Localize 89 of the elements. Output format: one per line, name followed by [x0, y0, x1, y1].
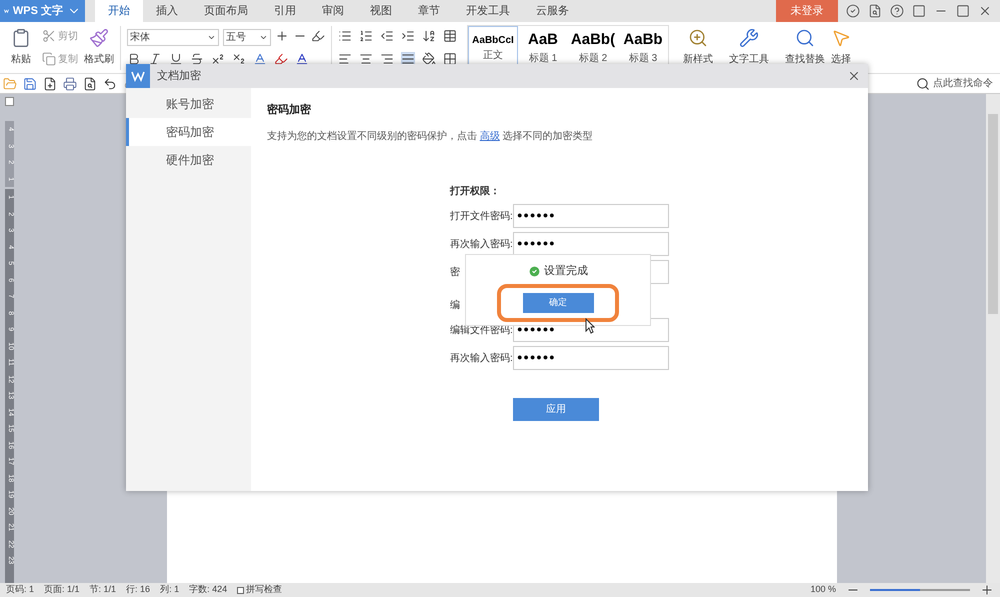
- ribbon-tab[interactable]: 章节: [405, 0, 453, 22]
- preview-icon[interactable]: [83, 76, 97, 90]
- align-center-icon[interactable]: [359, 52, 373, 66]
- popup-message: 设置完成: [544, 264, 588, 279]
- ribbon-tab[interactable]: 云服务: [523, 0, 582, 22]
- shading-icon[interactable]: [422, 52, 436, 66]
- document-icon[interactable]: [868, 4, 882, 18]
- ok-button[interactable]: 确定: [522, 292, 594, 312]
- italic-icon[interactable]: [148, 52, 162, 66]
- font-color-icon[interactable]: [295, 52, 309, 66]
- paste-button[interactable]: 粘贴: [11, 52, 31, 67]
- caret-icon: [259, 33, 268, 42]
- field-label: 打开文件密码:: [450, 210, 513, 224]
- status-item: 行: 16: [126, 583, 150, 596]
- caret-icon: [207, 33, 216, 42]
- help-icon[interactable]: [890, 4, 904, 18]
- sidebar-item[interactable]: 硬件加密: [126, 146, 251, 174]
- spell-check-checkbox[interactable]: [237, 586, 244, 594]
- select-button[interactable]: 选择: [831, 52, 851, 67]
- copy-icon[interactable]: [42, 52, 56, 66]
- wrench-icon[interactable]: [739, 28, 759, 48]
- bold-icon[interactable]: [127, 52, 141, 66]
- table-icon[interactable]: [443, 29, 457, 43]
- field-label: 再次输入密码:: [450, 238, 513, 252]
- section-label: 编: [450, 298, 460, 313]
- borders-icon[interactable]: [443, 52, 457, 66]
- numbered-list-icon[interactable]: [359, 29, 373, 43]
- indent-icon[interactable]: [401, 29, 415, 43]
- scissors-icon[interactable]: [42, 29, 56, 43]
- sidebar-item[interactable]: 密码加密: [126, 118, 251, 146]
- description: 支持为您的文档设置不同级别的密码保护，点击 高级 选择不同的加密类型: [267, 130, 594, 144]
- close-icon[interactable]: [847, 69, 861, 83]
- clear-format-icon[interactable]: [311, 29, 325, 43]
- grow-font-icon[interactable]: [275, 29, 289, 43]
- find-replace-button[interactable]: 查找替换: [785, 52, 825, 67]
- font-size-select[interactable]: 五号: [223, 29, 271, 46]
- section-heading: 密码加密: [267, 102, 312, 118]
- ribbon-tab[interactable]: 开始: [95, 0, 143, 22]
- section-label: 打开权限：: [450, 184, 500, 199]
- close-icon[interactable]: [978, 4, 992, 18]
- dialog-title: 文档加密: [157, 68, 201, 84]
- command-search-field[interactable]: 点此查找命令: [933, 76, 993, 91]
- paste-icon[interactable]: [11, 28, 31, 48]
- status-item: 列: 1: [160, 583, 180, 596]
- spell-check-label: 拼写检查: [246, 583, 282, 596]
- format-painter-button[interactable]: 格式刷: [84, 52, 114, 67]
- ribbon-tab[interactable]: 插入: [143, 0, 191, 22]
- align-left-icon[interactable]: [338, 52, 352, 66]
- new-style-button[interactable]: 新样式: [683, 52, 713, 67]
- strikethrough-icon[interactable]: [190, 52, 204, 66]
- advanced-link[interactable]: 高级: [480, 130, 500, 142]
- superscript-icon[interactable]: [211, 52, 225, 66]
- ribbon-tab[interactable]: 视图: [357, 0, 405, 22]
- sort-icon[interactable]: [422, 29, 436, 43]
- field-label: 再次输入密码:: [450, 352, 513, 366]
- ribbon-tab[interactable]: 引用: [261, 0, 309, 22]
- undo-icon[interactable]: [103, 76, 117, 90]
- zoom-level: 100 %: [810, 583, 836, 596]
- status-item: 页面: 1/1: [44, 583, 80, 596]
- app-name: WPS 文字: [12, 4, 63, 19]
- new-file-icon[interactable]: [43, 76, 57, 90]
- ribbon-tab[interactable]: 开发工具: [453, 0, 523, 22]
- search-icon[interactable]: [916, 76, 930, 90]
- ribbon-tab[interactable]: 页面布局: [191, 0, 261, 22]
- restore-icon[interactable]: [956, 4, 970, 18]
- check-icon: [528, 264, 541, 278]
- app-menu-button[interactable]: WPS 文字: [0, 0, 85, 22]
- sidebar-item[interactable]: 账号加密: [126, 90, 251, 118]
- status-item: 页码: 1: [6, 583, 34, 596]
- highlighter-icon[interactable]: [274, 52, 288, 66]
- text-tools-button[interactable]: 文字工具: [729, 52, 769, 67]
- ruler-corner: [4, 97, 14, 106]
- status-item: 节: 1/1: [90, 583, 116, 596]
- status-item: 字数: 424: [189, 583, 228, 596]
- apply-button[interactable]: 应用: [513, 398, 599, 421]
- ribbon-tab[interactable]: 审阅: [309, 0, 357, 22]
- underline-icon[interactable]: [169, 52, 183, 66]
- password-field[interactable]: ●●●●●●: [513, 346, 669, 370]
- field-label: 密: [450, 266, 461, 280]
- save-icon[interactable]: [23, 76, 37, 90]
- font-select[interactable]: 宋体: [127, 29, 219, 46]
- subscript-icon[interactable]: [232, 52, 246, 66]
- align-right-icon[interactable]: [380, 52, 394, 66]
- password-field[interactable]: ●●●●●●: [513, 204, 669, 228]
- print-icon[interactable]: [63, 76, 77, 90]
- outdent-icon[interactable]: [380, 29, 394, 43]
- brush-icon[interactable]: [89, 28, 109, 48]
- zoom-in-icon[interactable]: [980, 583, 994, 597]
- text-effect-icon[interactable]: [253, 52, 267, 66]
